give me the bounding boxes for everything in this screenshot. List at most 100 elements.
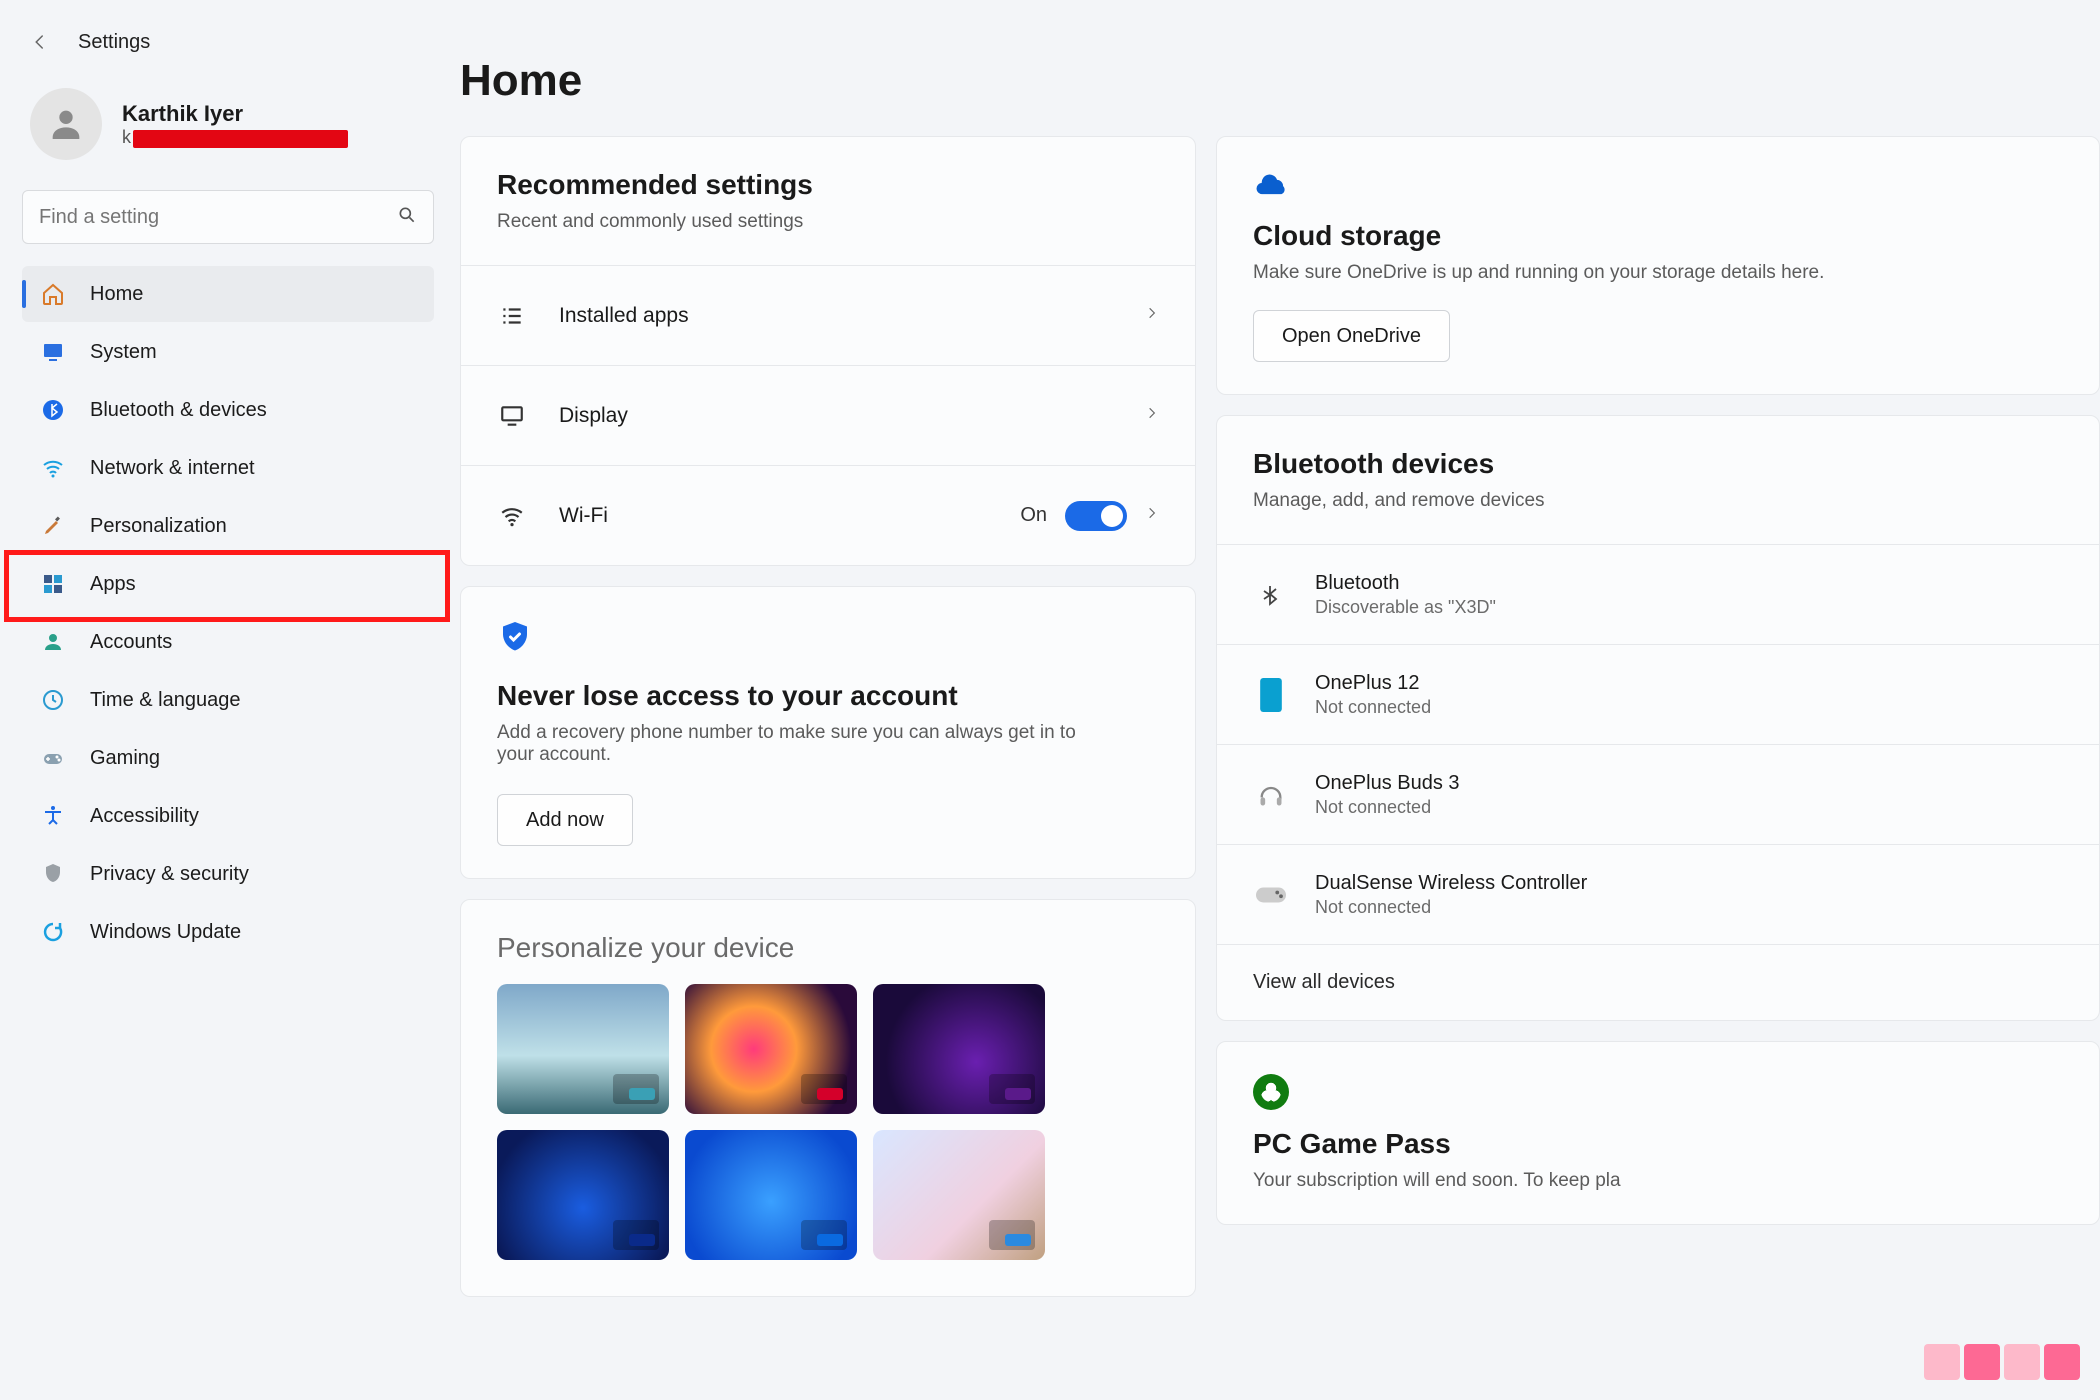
sidebar-item-network-internet[interactable]: Network & internet <box>22 440 434 496</box>
theme-option-1[interactable] <box>685 984 857 1114</box>
accessibility-icon <box>40 803 66 829</box>
open-onedrive-button[interactable]: Open OneDrive <box>1253 310 1450 362</box>
cloud-title: Cloud storage <box>1253 220 2063 252</box>
search-icon <box>397 205 417 230</box>
sidebar-item-label: System <box>90 341 157 364</box>
sidebar-item-label: Privacy & security <box>90 863 249 886</box>
phone-icon <box>1253 677 1289 713</box>
profile-block[interactable]: Karthik Iyer k <box>22 74 434 180</box>
clock-icon <box>40 687 66 713</box>
sidebar-item-home[interactable]: Home <box>22 266 434 322</box>
sidebar-item-bluetooth-devices[interactable]: Bluetooth & devices <box>22 382 434 438</box>
window-title: Settings <box>78 31 150 54</box>
sidebar-item-personalization[interactable]: Personalization <box>22 498 434 554</box>
sidebar-item-privacy-security[interactable]: Privacy & security <box>22 846 434 902</box>
system-icon <box>40 339 66 365</box>
bluetooth-title: Bluetooth devices <box>1253 448 2063 480</box>
sidebar-item-time-language[interactable]: Time & language <box>22 672 434 728</box>
bt-status: Not connected <box>1315 797 1460 818</box>
main: Home Recommended settings Recent and com… <box>460 0 2100 1400</box>
theme-option-2[interactable] <box>873 984 1045 1114</box>
sidebar: Settings Karthik Iyer k Home System Blueto… <box>0 0 460 1400</box>
bluetooth-icon <box>40 397 66 423</box>
row-wi-fi[interactable]: Wi-FiOn <box>461 465 1195 565</box>
sidebar-item-apps[interactable]: Apps <box>22 556 434 612</box>
theme-option-5[interactable] <box>873 1130 1045 1260</box>
col-right: Cloud storage Make sure OneDrive is up a… <box>1216 136 2100 1297</box>
bluetooth-subtitle: Manage, add, and remove devices <box>1253 490 2063 512</box>
sidebar-item-system[interactable]: System <box>22 324 434 380</box>
sidebar-item-label: Apps <box>90 573 136 596</box>
personalize-title: Personalize your device <box>497 932 1159 964</box>
xda-watermark <box>1924 1344 2080 1380</box>
nav: Home System Bluetooth & devices Network & i… <box>22 266 434 960</box>
card-recommended: Recommended settings Recent and commonly… <box>460 136 1196 566</box>
headphones-icon <box>1253 777 1289 813</box>
theme-accent-preview <box>989 1220 1035 1250</box>
gamepass-title: PC Game Pass <box>1253 1128 2063 1160</box>
recommended-title: Recommended settings <box>497 169 1159 201</box>
theme-accent-preview <box>801 1074 847 1104</box>
search-input[interactable] <box>39 206 397 229</box>
view-all-devices-link[interactable]: View all devices <box>1217 944 2099 1020</box>
sidebar-item-label: Bluetooth & devices <box>90 399 267 422</box>
profile-name: Karthik Iyer <box>122 101 243 127</box>
search-wrap <box>22 190 434 244</box>
card-recovery: Never lose access to your account Add a … <box>460 586 1196 879</box>
theme-option-3[interactable] <box>497 1130 669 1260</box>
list-icon <box>497 301 527 331</box>
search-box[interactable] <box>22 190 434 244</box>
bt-status: Discoverable as "X3D" <box>1315 597 1496 618</box>
card-gamepass: PC Game Pass Your subscription will end … <box>1216 1041 2100 1225</box>
sidebar-item-label: Windows Update <box>90 921 241 944</box>
bt-device-oneplus-12[interactable]: OnePlus 12Not connected <box>1217 644 2099 744</box>
theme-option-0[interactable] <box>497 984 669 1114</box>
bt-status: Not connected <box>1315 897 1587 918</box>
bt-device-bluetooth[interactable]: BluetoothDiscoverable as "X3D" <box>1217 544 2099 644</box>
row-label: Installed apps <box>559 304 1145 328</box>
add-now-button[interactable]: Add now <box>497 794 633 846</box>
sidebar-item-label: Gaming <box>90 747 160 770</box>
back-arrow-icon <box>31 33 49 51</box>
sidebar-item-label: Network & internet <box>90 457 255 480</box>
sidebar-item-label: Accounts <box>90 631 172 654</box>
theme-accent-preview <box>613 1220 659 1250</box>
back-button[interactable] <box>26 28 54 56</box>
update-icon <box>40 919 66 945</box>
theme-accent-preview <box>801 1220 847 1250</box>
avatar <box>30 88 102 160</box>
row-display[interactable]: Display <box>461 365 1195 465</box>
title-bar: Settings <box>22 20 434 74</box>
chevron-right-icon <box>1145 306 1159 325</box>
bt-icon <box>1253 577 1289 613</box>
bt-name: DualSense Wireless Controller <box>1315 872 1587 895</box>
theme-accent-preview <box>613 1074 659 1104</box>
wifi-icon <box>40 455 66 481</box>
apps-icon <box>40 571 66 597</box>
home-icon <box>40 281 66 307</box>
gamepass-body: Your subscription will end soon. To keep… <box>1253 1170 2063 1192</box>
row-installed-apps[interactable]: Installed apps <box>461 265 1195 365</box>
card-cloud: Cloud storage Make sure OneDrive is up a… <box>1216 136 2100 395</box>
sidebar-item-windows-update[interactable]: Windows Update <box>22 904 434 960</box>
chevron-right-icon <box>1145 406 1159 425</box>
brush-icon <box>40 513 66 539</box>
theme-option-4[interactable] <box>685 1130 857 1260</box>
sidebar-item-gaming[interactable]: Gaming <box>22 730 434 786</box>
sidebar-item-label: Time & language <box>90 689 240 712</box>
bt-device-oneplus-buds-3[interactable]: OnePlus Buds 3Not connected <box>1217 744 2099 844</box>
sidebar-item-accounts[interactable]: Accounts <box>22 614 434 670</box>
gamepad-icon <box>40 745 66 771</box>
person-icon <box>40 629 66 655</box>
sidebar-item-label: Personalization <box>90 515 227 538</box>
sidebar-item-label: Home <box>90 283 143 306</box>
recommended-subtitle: Recent and commonly used settings <box>497 211 1159 233</box>
bt-status: Not connected <box>1315 697 1431 718</box>
display-icon <box>497 401 527 431</box>
person-icon <box>46 104 86 144</box>
sidebar-item-label: Accessibility <box>90 805 199 828</box>
sidebar-item-accessibility[interactable]: Accessibility <box>22 788 434 844</box>
bt-name: OnePlus Buds 3 <box>1315 772 1460 795</box>
wifi-toggle[interactable] <box>1065 501 1127 531</box>
bt-device-dualsense-wireless-controller[interactable]: DualSense Wireless ControllerNot connect… <box>1217 844 2099 944</box>
